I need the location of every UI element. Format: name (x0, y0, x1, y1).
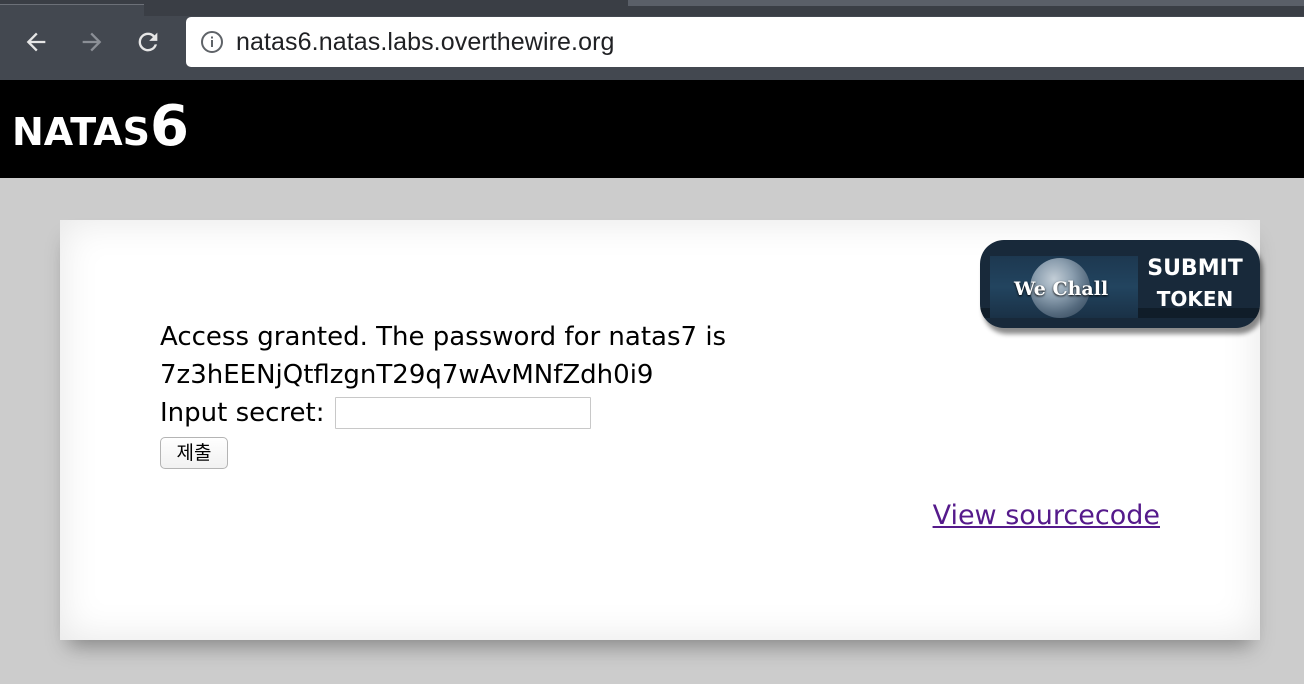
access-message: Access granted. The password for natas7 … (160, 322, 727, 352)
info-icon[interactable] (200, 30, 224, 54)
arrow-right-icon (82, 32, 102, 52)
site-header: NATAS6 (0, 80, 1304, 178)
submit-token-label: SUBMIT TOKEN (1140, 254, 1250, 314)
secret-form: Access granted. The password for natas7 … (160, 318, 726, 470)
view-sourcecode-link[interactable]: View sourcecode (933, 500, 1160, 531)
submit-token-line2: TOKEN (1156, 287, 1234, 311)
wechall-logo: We Chall (990, 256, 1138, 318)
content-panel: We Chall SUBMIT TOKEN Access granted. Th… (60, 220, 1260, 640)
secret-label: Input secret: (160, 398, 325, 428)
url-text[interactable]: natas6.natas.labs.overthewire.org (236, 28, 615, 57)
password-text: 7z3hEENjQtflzgnT29q7wAvMNfZdh0i9 (160, 360, 654, 390)
site-title: NATAS6 (12, 94, 189, 159)
wechall-submit-token-button[interactable]: We Chall SUBMIT TOKEN (980, 240, 1260, 328)
reload-icon (138, 32, 158, 52)
back-button[interactable] (18, 24, 54, 60)
site-title-number: 6 (150, 94, 189, 159)
browser-toolbar: natas6.natas.labs.overthewire.org (0, 0, 1304, 80)
forward-button[interactable] (74, 24, 110, 60)
submit-token-line1: SUBMIT (1147, 256, 1243, 281)
address-bar[interactable]: natas6.natas.labs.overthewire.org (186, 17, 1304, 67)
active-tab[interactable] (0, 4, 144, 17)
submit-button[interactable]: 제출 (160, 437, 228, 469)
inactive-tab[interactable] (628, 0, 1304, 6)
tab-strip (0, 0, 1304, 17)
reload-button[interactable] (130, 24, 166, 60)
secret-input[interactable] (334, 397, 591, 429)
wechall-logo-text: We Chall (1014, 278, 1109, 300)
arrow-left-icon (26, 32, 46, 52)
secret-row: Input secret: (160, 394, 726, 432)
site-title-word: NATAS (12, 110, 151, 154)
